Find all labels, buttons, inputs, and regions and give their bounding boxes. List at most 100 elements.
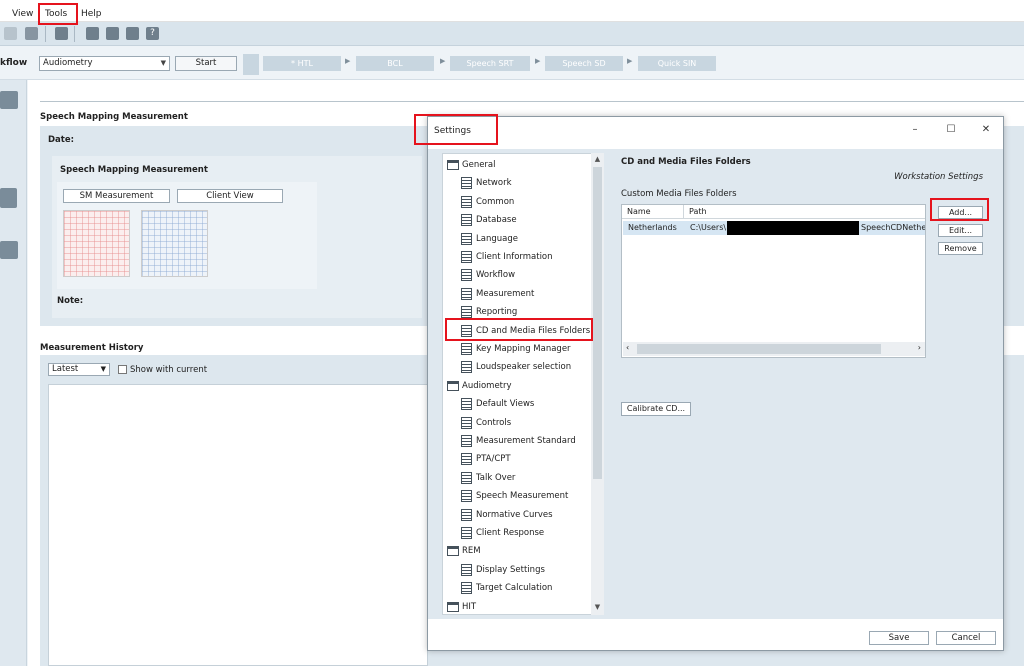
tree-item[interactable]: Workflow <box>443 266 593 284</box>
edit-button[interactable]: Edit... <box>938 224 983 237</box>
page-icon <box>461 195 472 208</box>
tree-item-label: Display Settings <box>476 564 545 575</box>
help-icon[interactable]: ? <box>146 27 159 40</box>
page-icon <box>461 453 472 466</box>
tree-item[interactable]: Speech Measurement <box>443 487 593 505</box>
minimize-icon[interactable]: – <box>908 123 922 137</box>
tree-item[interactable]: Display Settings <box>443 561 593 579</box>
table-hscrollbar[interactable]: ‹ › <box>623 342 925 356</box>
tree-scrollbar[interactable]: ▲ ▼ <box>591 153 604 615</box>
toolbar: ? <box>0 22 1024 46</box>
tree-item-label: Controls <box>476 417 512 428</box>
calibrate-cd-button[interactable]: Calibrate CD... <box>621 402 691 416</box>
tree-item[interactable]: Controls <box>443 414 593 432</box>
folder-icon <box>447 380 459 391</box>
highlight-box-tools <box>38 3 78 25</box>
tree-item[interactable]: HIT <box>443 598 593 614</box>
tree-item[interactable]: Audiometry <box>443 377 593 395</box>
menu-bar: View Tools Help <box>0 6 1024 22</box>
tree-item[interactable]: Loudspeaker selection <box>443 358 593 376</box>
sm-measurement-button[interactable]: SM Measurement <box>63 189 170 203</box>
client-icon[interactable] <box>106 27 119 40</box>
custom-folders-label: Custom Media Files Folders <box>621 189 737 199</box>
workflow-step-bcl[interactable]: BCL <box>356 56 434 71</box>
workflow-divider <box>243 54 259 75</box>
row-path-start: C:\Users\ <box>690 223 727 232</box>
sm-graph-thumbnail-right[interactable] <box>63 210 130 277</box>
tree-item[interactable]: Database <box>443 211 593 229</box>
page-icon <box>461 177 472 190</box>
row-name: Netherlands <box>628 223 677 232</box>
show-current-label: Show with current <box>130 365 208 375</box>
workflow-step-speech-sd[interactable]: Speech SD <box>545 56 623 71</box>
chevron-left-icon[interactable]: ‹ <box>626 343 629 352</box>
tree-item[interactable]: Client Information <box>443 248 593 266</box>
column-header-name[interactable]: Name <box>622 205 684 219</box>
tree-item[interactable]: Target Calculation <box>443 579 593 597</box>
client-view-button[interactable]: Client View <box>177 189 283 203</box>
tree-item[interactable]: Normative Curves <box>443 506 593 524</box>
tree-item-label: Common <box>476 196 515 207</box>
save-button[interactable]: Save <box>869 631 929 645</box>
highlight-box-tree-item <box>445 318 593 341</box>
tree-item[interactable]: Network <box>443 174 593 192</box>
tree-scroll-thumb[interactable] <box>593 167 602 479</box>
tree-item[interactable]: Measurement <box>443 285 593 303</box>
close-icon[interactable]: ✕ <box>979 123 993 137</box>
tree-item[interactable]: Language <box>443 230 593 248</box>
highlight-box-settings <box>414 114 498 145</box>
client-icon[interactable] <box>0 91 18 109</box>
user-right-icon[interactable] <box>25 27 38 40</box>
chevron-down-icon[interactable]: ▼ <box>591 603 604 611</box>
workflow-step-quick-sin[interactable]: Quick SIN <box>638 56 716 71</box>
tree-item-label: Speech Measurement <box>476 491 569 502</box>
remove-button[interactable]: Remove <box>938 242 983 255</box>
table-row[interactable]: Netherlands C:\Users\ SpeechCDNethe <box>623 221 925 235</box>
tree-item[interactable]: Default Views <box>443 395 593 413</box>
tree-item[interactable]: General <box>443 156 593 174</box>
tree-item-label: Talk Over <box>476 472 516 483</box>
sm-card-title: Speech Mapping Measurement <box>60 165 208 175</box>
workflow-select[interactable]: Audiometry ▼ <box>39 56 170 71</box>
sm-graph-thumbnail-left[interactable] <box>141 210 208 277</box>
cancel-button[interactable]: Cancel <box>936 631 996 645</box>
tree-item[interactable]: Client Response <box>443 524 593 542</box>
notes-icon[interactable] <box>86 27 99 40</box>
tree-item[interactable]: Talk Over <box>443 469 593 487</box>
start-button[interactable]: Start <box>175 56 237 71</box>
headphones-icon[interactable] <box>0 188 17 208</box>
chart-icon[interactable] <box>0 241 18 259</box>
search-icon[interactable] <box>55 27 68 40</box>
workstation-settings-label: Workstation Settings <box>894 172 983 182</box>
print-icon[interactable] <box>126 27 139 40</box>
tree-item-label: Default Views <box>476 399 535 410</box>
redacted-block <box>727 221 859 235</box>
workflow-step-speech-srt[interactable]: Speech SRT <box>450 56 530 71</box>
tree-item[interactable]: Measurement Standard <box>443 432 593 450</box>
menu-view[interactable]: View <box>12 8 33 20</box>
tree-item-label: Normative Curves <box>476 509 553 520</box>
user-left-icon[interactable] <box>4 27 17 40</box>
table-hscroll-thumb[interactable] <box>637 344 881 354</box>
chevron-right-icon[interactable]: › <box>918 343 921 352</box>
workflow-label: kflow <box>0 58 28 68</box>
tree-item[interactable]: Common <box>443 193 593 211</box>
workflow-step-label: HTL <box>297 59 313 68</box>
tree-item[interactable]: PTA/CPT <box>443 450 593 468</box>
tree-item[interactable]: REM <box>443 542 593 560</box>
divider <box>40 101 1024 102</box>
column-header-path[interactable]: Path <box>684 205 925 219</box>
history-select[interactable]: Latest ▼ <box>48 363 110 376</box>
tree-item[interactable]: Key Mapping Manager <box>443 340 593 358</box>
maximize-icon[interactable]: ☐ <box>944 123 958 137</box>
settings-tree: General Network Common Database Language Clie… <box>442 153 604 615</box>
page-icon <box>461 269 472 282</box>
media-folders-table: Name Path Netherlands C:\Users\ SpeechCD… <box>621 204 926 358</box>
workflow-step-htl[interactable]: * HTL <box>263 56 341 71</box>
chevron-up-icon[interactable]: ▲ <box>591 155 604 163</box>
show-current-checkbox[interactable] <box>118 365 127 374</box>
tree-item-label: Loudspeaker selection <box>476 362 572 373</box>
page-icon <box>461 287 472 300</box>
row-path-end: SpeechCDNethe <box>861 223 925 232</box>
menu-help[interactable]: Help <box>81 8 102 20</box>
